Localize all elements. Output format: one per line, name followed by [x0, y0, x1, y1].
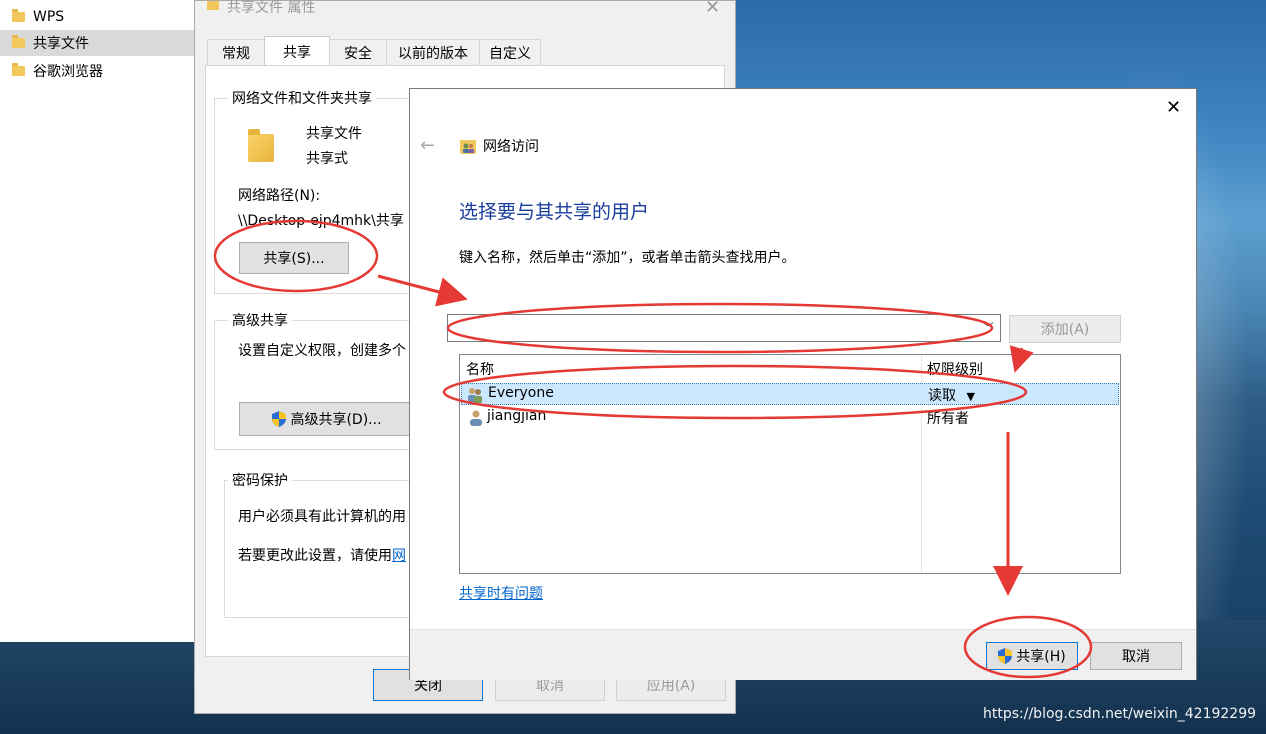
uac-shield-icon	[998, 648, 1013, 664]
explorer-nav-pane: WPS 共享文件 谷歌浏览器	[0, 0, 196, 642]
share-button[interactable]: 共享(S)...	[239, 242, 349, 274]
network-access-dialog: ✕ ← 网络访问 选择要与其共享的用户 键入名称，然后单击“添加”，或者单击箭头…	[409, 88, 1197, 680]
dialog-heading: 选择要与其共享的用户	[459, 201, 650, 223]
dialog-title: 网络访问	[483, 139, 539, 155]
dialog-footer: 共享(H) 取消	[410, 629, 1196, 680]
network-path-label: 网络路径(N):	[238, 188, 321, 204]
folder-icon	[12, 9, 25, 22]
tab-general[interactable]: 常规	[207, 39, 265, 65]
tab-security[interactable]: 安全	[329, 39, 387, 65]
add-button[interactable]: 添加(A)	[1009, 315, 1121, 343]
user-row-everyone[interactable]: Everyone 读取 ▼	[461, 383, 1119, 405]
nav-item-label: 共享文件	[33, 36, 89, 52]
group-title: 高级共享	[228, 310, 292, 330]
nav-item-chrome[interactable]: 谷歌浏览器	[0, 58, 196, 84]
folder-icon	[207, 1, 219, 10]
nav-item-label: 谷歌浏览器	[33, 64, 103, 80]
share-name: 共享文件	[306, 126, 362, 142]
network-path-value: \\Desktop-ejp4mhk\共享	[238, 213, 404, 229]
watermark: https://blog.csdn.net/weixin_42192299	[983, 706, 1257, 722]
user-name: jiangjian	[487, 408, 547, 424]
password-change-label: 若要更改此设置，请使用	[238, 548, 392, 564]
user-group-icon	[467, 386, 483, 404]
permission-value: 读取	[928, 388, 956, 404]
network-center-link[interactable]: 网	[392, 548, 406, 564]
nav-item-wps[interactable]: WPS	[0, 4, 196, 30]
advanced-share-button[interactable]: 高级共享(D)...	[239, 402, 415, 436]
back-arrow-icon[interactable]: ←	[420, 135, 435, 156]
user-row-jiangjian[interactable]: jiangjian 所有者	[461, 407, 1119, 429]
column-header-permission[interactable]: 权限级别	[927, 359, 983, 379]
column-header-name[interactable]: 名称	[466, 359, 494, 379]
close-icon[interactable]: ✕	[705, 0, 720, 18]
user-list: 名称 权限级别 Everyone 读取 ▼ jiangjian 所有者	[459, 354, 1121, 574]
share-confirm-label: 共享(H)	[1016, 649, 1066, 665]
user-name: Everyone	[488, 385, 554, 401]
share-confirm-button[interactable]: 共享(H)	[986, 642, 1078, 670]
advanced-share-label: 高级共享(D)...	[290, 412, 382, 428]
caret-down-icon[interactable]: ▼	[966, 390, 974, 403]
tab-customize[interactable]: 自定义	[479, 39, 541, 65]
password-description: 用户必须具有此计算机的用	[238, 509, 406, 525]
folder-icon	[12, 63, 25, 76]
dialog-instruction: 键入名称，然后单击“添加”，或者单击箭头查找用户。	[459, 250, 796, 266]
chevron-down-icon[interactable]: ﹀	[982, 319, 994, 336]
sharing-help-link[interactable]: 共享时有问题	[459, 583, 543, 603]
share-status: 共享式	[306, 151, 348, 167]
user-name-combobox[interactable]: ﹀	[447, 314, 1001, 342]
dialog-cancel-button[interactable]: 取消	[1090, 642, 1182, 670]
close-icon[interactable]: ✕	[1166, 97, 1181, 118]
permission-dropdown[interactable]: 读取 ▼	[928, 385, 975, 405]
group-title: 密码保护	[228, 470, 292, 490]
advanced-description: 设置自定义权限，创建多个	[238, 343, 406, 359]
window-title: 共享文件 属性	[227, 0, 316, 16]
permission-value: 所有者	[927, 411, 969, 427]
uac-shield-icon	[272, 411, 287, 427]
group-title: 网络文件和文件夹共享	[228, 88, 376, 108]
network-users-icon	[460, 138, 476, 154]
tab-previous-versions[interactable]: 以前的版本	[386, 39, 480, 65]
user-icon	[469, 409, 485, 427]
nav-item-shared-folder[interactable]: 共享文件	[0, 30, 196, 56]
nav-item-label: WPS	[33, 9, 65, 25]
password-change-text: 若要更改此设置，请使用网	[238, 545, 406, 565]
tab-sharing[interactable]: 共享	[264, 36, 330, 66]
folder-icon	[12, 35, 25, 48]
folder-icon	[248, 129, 274, 162]
